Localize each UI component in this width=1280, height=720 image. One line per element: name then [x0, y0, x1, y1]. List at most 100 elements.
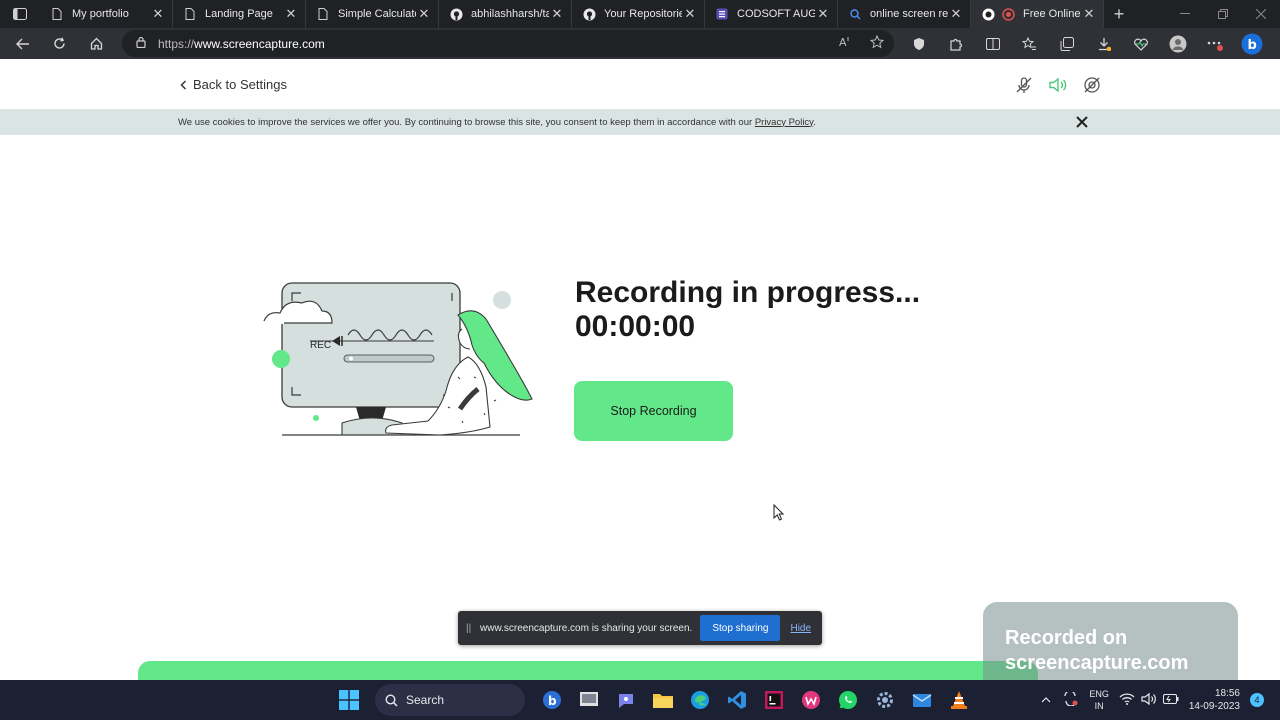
vscode-icon[interactable] [718, 680, 755, 720]
tab-title: Simple Calculator [338, 8, 416, 20]
close-icon[interactable] [1074, 114, 1090, 130]
page-icon [50, 7, 64, 21]
tab-your-repositories[interactable]: Your Repositories ✕ [572, 0, 705, 28]
recorded-on-watermark: Recorded on screencapture.com [983, 602, 1238, 680]
back-arrow-icon[interactable] [4, 28, 41, 59]
settings-icon[interactable] [866, 680, 903, 720]
system-tray: ENG IN 18:56 14-09-2023 4 [1041, 680, 1280, 720]
volume-icon[interactable] [1141, 692, 1157, 709]
tab-github-repo[interactable]: abhilashharsh/tas ✕ [439, 0, 572, 28]
wifi-icon[interactable] [1119, 692, 1135, 708]
profile-avatar-icon[interactable] [1159, 28, 1196, 59]
svg-text:A: A [839, 36, 847, 49]
read-aloud-icon[interactable]: A [838, 35, 852, 54]
settings-more-icon[interactable] [1196, 28, 1233, 59]
language-indicator[interactable]: ENG IN [1089, 688, 1109, 712]
new-tab-button[interactable]: + [1104, 0, 1134, 28]
svg-text:b: b [1247, 38, 1256, 53]
tab-simple-calculator[interactable]: Simple Calculator ✕ [306, 0, 439, 28]
recording-timer: 00:00:00 [575, 310, 696, 343]
lock-icon[interactable] [136, 35, 146, 53]
folder-icon[interactable] [644, 680, 681, 720]
mail-icon[interactable] [903, 680, 940, 720]
close-tab-icon[interactable]: ✕ [815, 6, 831, 22]
tab-codsoft[interactable]: CODSOFT AUGUS ✕ [705, 0, 838, 28]
close-tab-icon[interactable]: ✕ [283, 6, 299, 22]
back-to-settings-link[interactable]: Back to Settings [180, 77, 287, 92]
tab-title: Free Online [1023, 8, 1081, 20]
stop-sharing-button[interactable]: Stop sharing [700, 615, 781, 641]
whatsapp-icon[interactable] [829, 680, 866, 720]
hide-sharing-bar-link[interactable]: Hide [790, 623, 811, 634]
shield-icon[interactable] [900, 28, 937, 59]
bottom-green-banner [138, 661, 1038, 680]
close-tab-icon[interactable]: ✕ [549, 6, 565, 22]
taskbar-search-box[interactable]: Search [375, 684, 525, 716]
stop-recording-button[interactable]: Stop Recording [574, 381, 733, 441]
restore-icon[interactable] [1204, 0, 1242, 28]
github-icon [449, 7, 463, 21]
taskbar-search-label: Search [406, 693, 445, 707]
collections-icon[interactable] [1048, 28, 1085, 59]
home-icon[interactable] [78, 28, 115, 59]
form-icon [715, 7, 729, 21]
close-tab-icon[interactable]: ✕ [948, 6, 964, 22]
watermark-line-2: screencapture.com [1005, 652, 1189, 674]
cookie-message: We use cookies to improve the services w… [178, 116, 753, 128]
region-code: IN [1094, 701, 1104, 711]
edge-icon[interactable] [681, 680, 718, 720]
microphone-off-icon[interactable] [1014, 75, 1034, 95]
minimize-icon[interactable] [1166, 0, 1204, 28]
notification-badge[interactable]: 4 [1250, 693, 1264, 707]
url-scheme: https:// [158, 36, 195, 51]
close-tab-icon[interactable]: ✕ [682, 6, 698, 22]
close-tab-icon[interactable]: ✕ [416, 6, 432, 22]
tab-actions-icon [13, 8, 27, 20]
page-icon [183, 7, 197, 21]
favorites-icon[interactable] [1011, 28, 1048, 59]
battery-icon[interactable] [1162, 693, 1179, 707]
browser-essentials-icon[interactable] [1122, 28, 1159, 59]
privacy-policy-link[interactable]: Privacy Policy [755, 117, 813, 128]
speaker-on-icon[interactable] [1048, 75, 1068, 95]
cookie-period: . [813, 116, 816, 128]
vlc-icon[interactable] [940, 680, 977, 720]
close-tab-icon[interactable]: ✕ [1081, 6, 1097, 22]
tab-landing-page[interactable]: Landing Page ✕ [173, 0, 306, 28]
downloads-icon[interactable] [1085, 28, 1122, 59]
extensions-icon[interactable] [937, 28, 974, 59]
tab-free-online[interactable]: Free Online ✕ [971, 0, 1104, 28]
chevron-up-icon[interactable] [1041, 695, 1051, 706]
favorite-star-icon[interactable] [869, 34, 885, 54]
browser-extension-icons: b [900, 28, 1270, 59]
tab-actions-button[interactable] [0, 0, 40, 28]
split-screen-icon[interactable] [974, 28, 1011, 59]
bing-copilot-icon[interactable]: b [1233, 28, 1270, 59]
file-icon[interactable] [570, 680, 607, 720]
page-icon [316, 7, 330, 21]
teams-icon[interactable] [607, 680, 644, 720]
recording-status-title: Recording in progress... [575, 276, 921, 309]
tab-title: My portfolio [72, 8, 129, 20]
meet-now-icon[interactable] [1063, 689, 1079, 709]
wps-icon[interactable] [792, 680, 829, 720]
cookie-banner-text: We use cookies to improve the services w… [178, 117, 816, 128]
watermark-line-1: Recorded on [1005, 627, 1128, 649]
refresh-icon[interactable] [41, 28, 78, 59]
tab-online-screen-rec[interactable]: online screen rec ✕ [838, 0, 971, 28]
camera-off-icon[interactable] [1082, 75, 1102, 95]
mouse-cursor-icon [773, 504, 785, 521]
windows-taskbar: Search b ENG IN 18:56 14-09-2023 4 [0, 680, 1280, 720]
bing-icon[interactable]: b [533, 680, 570, 720]
start-menu-icon[interactable] [330, 680, 367, 720]
window-controls [1166, 0, 1280, 28]
close-tab-icon[interactable]: ✕ [150, 6, 166, 22]
chevron-left-icon [180, 79, 187, 90]
address-bar[interactable]: https://www.screencapture.com A [122, 30, 894, 57]
drag-handle-icon[interactable]: || [466, 623, 472, 634]
intellij-icon[interactable] [755, 680, 792, 720]
taskbar-clock[interactable]: 18:56 14-09-2023 [1189, 687, 1240, 713]
tab-my-portfolio[interactable]: My portfolio ✕ [40, 0, 173, 28]
tab-title: online screen rec [870, 8, 948, 20]
close-window-icon[interactable] [1242, 0, 1280, 28]
